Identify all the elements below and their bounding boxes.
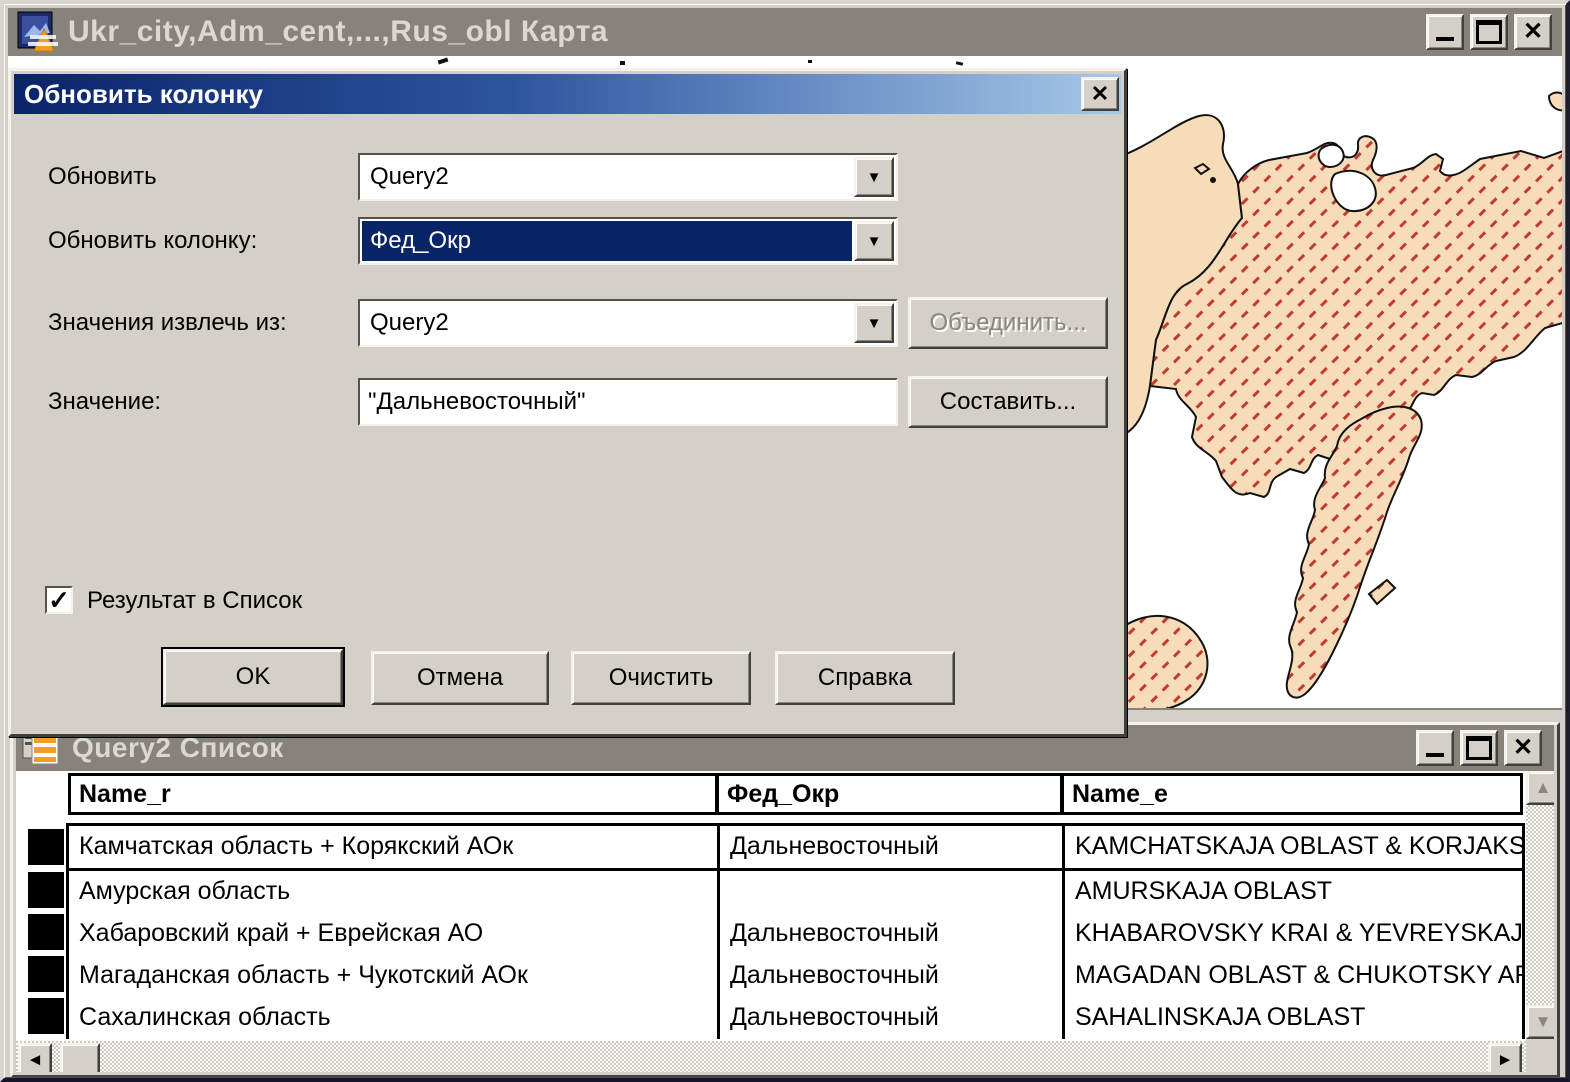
- map-island-mark: [808, 60, 812, 63]
- scroll-down-button[interactable]: ▼: [1526, 1005, 1554, 1039]
- cell-name-r[interactable]: Магаданская область + Чукотский АОк: [69, 955, 717, 997]
- scroll-down-icon: ▼: [1535, 1012, 1552, 1032]
- join-button[interactable]: Объединить...: [908, 297, 1108, 349]
- close-button[interactable]: ✕: [1514, 14, 1552, 50]
- update-column-dialog: Обновить колонку ✕ Обновить Query2 ▼ Обн…: [8, 68, 1127, 737]
- get-value-from-label: Значения извлечь из:: [48, 309, 287, 337]
- ok-button[interactable]: OK: [163, 649, 343, 705]
- cancel-button[interactable]: Отмена: [371, 651, 549, 705]
- column-header-name-e[interactable]: Name_e: [1061, 773, 1523, 815]
- value-input[interactable]: [358, 378, 898, 426]
- get-value-from-dropdown-button[interactable]: ▼: [854, 303, 894, 343]
- browser-minimize-button[interactable]: [1416, 730, 1454, 766]
- update-table-dropdown-button[interactable]: ▼: [854, 157, 894, 197]
- map-lagoon: [1319, 145, 1344, 167]
- minimize-button[interactable]: [1426, 14, 1464, 50]
- cell-fed-okr[interactable]: Дальневосточный: [720, 826, 1062, 868]
- update-table-label: Обновить: [48, 163, 157, 191]
- update-column-value: Фед_Окр: [362, 221, 852, 261]
- scroll-up-button[interactable]: ▲: [1526, 771, 1554, 805]
- cell-name-e[interactable]: SAHALINSKAJA OBLAST: [1065, 997, 1522, 1039]
- chevron-down-icon: ▼: [867, 315, 882, 332]
- minimize-icon: [1436, 37, 1454, 41]
- table-grid: Камчатская область + Корякский АОк Дальн…: [66, 823, 1525, 1039]
- cell-name-e[interactable]: KHABAROVSKY KRAI & YEVREYSKAJA A: [1065, 913, 1522, 955]
- scroll-right-button[interactable]: ►: [1488, 1043, 1522, 1072]
- update-column-label: Обновить колонку:: [48, 227, 257, 255]
- check-icon: ✓: [48, 587, 70, 613]
- maximize-icon: [1476, 20, 1502, 44]
- browser-maximize-button[interactable]: [1460, 730, 1498, 766]
- update-column-dropdown-button[interactable]: ▼: [854, 221, 894, 261]
- minimize-icon: [1426, 753, 1444, 757]
- map-island-mark: [438, 58, 449, 65]
- vertical-scrollbar[interactable]: [1526, 771, 1554, 1039]
- scrollbar-corner: [1526, 1039, 1554, 1072]
- row-select-handle[interactable]: [28, 872, 64, 908]
- scroll-right-icon: ►: [1497, 1050, 1514, 1070]
- cell-fed-okr[interactable]: Дальневосточный: [720, 913, 1062, 955]
- update-table-combobox[interactable]: Query2 ▼: [358, 153, 898, 201]
- map-window-controls: ✕: [1426, 14, 1552, 50]
- dialog-titlebar[interactable]: Обновить колонку: [14, 74, 1121, 114]
- chevron-down-icon: ▼: [867, 169, 882, 186]
- browser-content: Name_r Фед_Окр Name_e Камчатская область…: [16, 771, 1554, 1072]
- update-column-combobox[interactable]: Фед_Окр ▼: [358, 217, 898, 265]
- map-island-mark: [956, 61, 964, 66]
- close-icon: ✕: [1523, 20, 1543, 44]
- map-window-title: Ukr_city,Adm_cent,...,Rus_obl Карта: [68, 15, 608, 49]
- row-select-handle[interactable]: [28, 829, 64, 865]
- browser-window-controls: ✕: [1416, 730, 1542, 766]
- get-value-from-value: Query2: [362, 303, 852, 343]
- scroll-left-button[interactable]: ◄: [18, 1043, 52, 1072]
- cell-name-r[interactable]: Камчатская область + Корякский АОк: [69, 826, 717, 868]
- cell-name-e[interactable]: KAMCHATSKAJA OBLAST & KORJAKSKY: [1065, 826, 1522, 868]
- horizontal-scrollbar[interactable]: [16, 1041, 1526, 1072]
- cell-fed-okr[interactable]: Дальневосточный: [720, 997, 1062, 1039]
- map-island: [1210, 177, 1216, 183]
- row-select-handle[interactable]: [28, 956, 64, 992]
- map-window-titlebar[interactable]: Ukr_city,Adm_cent,...,Rus_obl Карта ✕: [8, 8, 1562, 56]
- get-value-from-combobox[interactable]: Query2 ▼: [358, 299, 898, 347]
- chevron-down-icon: ▼: [867, 233, 882, 250]
- value-label: Значение:: [48, 388, 161, 416]
- clear-button[interactable]: Очистить: [571, 651, 751, 705]
- cell-name-r[interactable]: Сахалинская область: [69, 997, 717, 1039]
- row-select-handle[interactable]: [28, 914, 64, 950]
- dialog-title: Обновить колонку: [14, 79, 263, 110]
- maximize-button[interactable]: [1470, 14, 1508, 50]
- cell-name-r[interactable]: Хабаровский край + Еврейская АО: [69, 913, 717, 955]
- cell-name-r[interactable]: Амурская область: [69, 871, 717, 913]
- cell-name-e[interactable]: AMURSKAJA OBLAST: [1065, 871, 1522, 913]
- scroll-up-icon: ▲: [1535, 778, 1552, 798]
- close-icon: ✕: [1091, 83, 1109, 105]
- browser-window: Query2 Список ✕ Name_r Фед_Окр Name_e: [10, 722, 1560, 1078]
- close-icon: ✕: [1513, 736, 1533, 760]
- cell-name-e[interactable]: MAGADAN OBLAST & CHUKOTSKY AR: [1065, 955, 1522, 997]
- help-button[interactable]: Справка: [775, 651, 955, 705]
- assist-button[interactable]: Составить...: [908, 376, 1108, 428]
- ok-button-default-ring: OK: [161, 647, 345, 707]
- browser-close-button[interactable]: ✕: [1504, 730, 1542, 766]
- maximize-icon: [1466, 736, 1492, 760]
- application-window: Ukr_city,Adm_cent,...,Rus_obl Карта ✕: [0, 0, 1570, 1082]
- column-header-fed-okr[interactable]: Фед_Окр: [716, 773, 1063, 815]
- map-svg: [1125, 56, 1562, 722]
- cell-fed-okr[interactable]: [720, 871, 1062, 913]
- horizontal-scroll-thumb[interactable]: [60, 1043, 100, 1072]
- row-select-handle[interactable]: [28, 998, 64, 1034]
- column-header-name-r[interactable]: Name_r: [68, 773, 718, 815]
- scroll-left-icon: ◄: [27, 1050, 44, 1070]
- browse-results-checkbox[interactable]: ✓: [45, 586, 73, 614]
- update-table-value: Query2: [362, 157, 852, 197]
- dialog-close-button[interactable]: ✕: [1081, 77, 1119, 111]
- browse-results-label: Результат в Список: [87, 587, 302, 615]
- cell-fed-okr[interactable]: Дальневосточный: [720, 955, 1062, 997]
- map-island-mark: [620, 61, 625, 65]
- map-window-icon: [16, 11, 60, 53]
